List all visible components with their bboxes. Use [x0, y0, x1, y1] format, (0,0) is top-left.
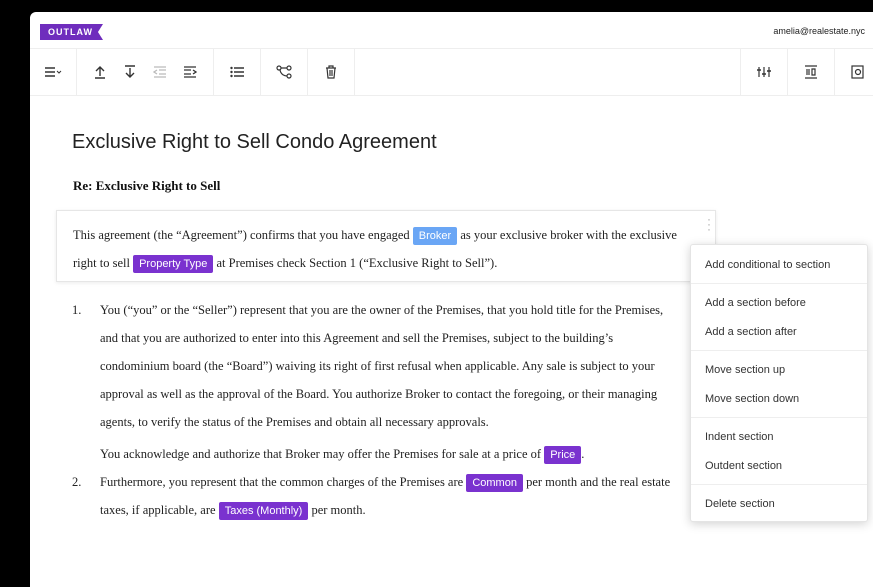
outlaw-logo[interactable]: OUTLAW	[40, 24, 103, 40]
numbering-icon[interactable]	[796, 57, 826, 87]
top-bar: OUTLAW amelia@realestate.nyc	[30, 12, 873, 49]
document-title[interactable]: Exclusive Right to Sell Condo Agreement	[72, 131, 437, 154]
menu-item-delete-section[interactable]: Delete section	[705, 498, 775, 510]
menu-item-indent-section[interactable]: Indent section	[705, 431, 774, 443]
menu-divider	[691, 484, 867, 485]
toolbar-group-move	[77, 49, 214, 95]
toolbar-group-preview	[834, 49, 873, 95]
list-item-text: Furthermore, you represent that the comm…	[100, 475, 464, 489]
common-variable-tag[interactable]: Common	[466, 474, 523, 493]
re-heading[interactable]: Re: Exclusive Right to Sell	[73, 178, 220, 194]
toolbar-group-list	[214, 49, 261, 95]
menu-divider	[691, 350, 867, 351]
toolbar-group-format	[30, 49, 77, 95]
list-item[interactable]: 2. Furthermore, you represent that the c…	[72, 468, 672, 524]
settings-sliders-icon[interactable]	[749, 57, 779, 87]
section-text[interactable]: This agreement (the “Agreement”) confirm…	[73, 221, 703, 277]
list-item-number: 2.	[72, 475, 82, 489]
move-up-icon[interactable]	[85, 57, 115, 87]
list-item-number: 1.	[72, 303, 82, 317]
indent-icon[interactable]	[175, 57, 205, 87]
section-kebab-icon[interactable]: · · ·	[707, 213, 711, 235]
branch-icon[interactable]	[269, 57, 299, 87]
list-item-text: You (“you” or the “Seller”) represent th…	[100, 303, 664, 429]
list-icon[interactable]	[222, 57, 252, 87]
toolbar-group-delete	[308, 49, 355, 95]
list-item-paragraph[interactable]: You acknowledge and authorize that Broke…	[72, 440, 672, 468]
menu-item-move-section-down[interactable]: Move section down	[705, 393, 799, 405]
menu-item-move-section-up[interactable]: Move section up	[705, 364, 785, 376]
menu-item-add-section-before[interactable]: Add a section before	[705, 297, 806, 309]
list-item-text: You acknowledge and authorize that Broke…	[100, 447, 542, 461]
toolbar-group-numbering	[787, 49, 834, 95]
clause-list: 1. You (“you” or the “Seller”) represent…	[72, 296, 672, 524]
outdent-icon[interactable]	[145, 57, 175, 87]
price-variable-tag[interactable]: Price	[544, 446, 582, 465]
selected-section[interactable]: This agreement (the “Agreement”) confirm…	[56, 210, 716, 282]
property-type-variable-tag[interactable]: Property Type	[133, 255, 214, 274]
toolbar-group-condition	[261, 49, 308, 95]
editor-toolbar	[30, 49, 873, 96]
align-menu-icon[interactable]	[38, 57, 68, 87]
preview-icon[interactable]	[843, 57, 873, 87]
menu-item-add-conditional[interactable]: Add conditional to section	[705, 259, 830, 271]
menu-divider	[691, 283, 867, 284]
app-window: OUTLAW amelia@realestate.nyc Exclusive R…	[30, 12, 873, 587]
menu-item-add-section-after[interactable]: Add a section after	[705, 326, 797, 338]
user-email[interactable]: amelia@realestate.nyc	[773, 26, 865, 36]
broker-variable-tag[interactable]: Broker	[412, 227, 458, 246]
section-text-part: This agreement (the “Agreement”) confirm…	[73, 228, 410, 242]
toolbar-group-settings	[740, 49, 787, 95]
taxes-monthly-variable-tag[interactable]: Taxes (Monthly)	[218, 502, 309, 521]
menu-divider	[691, 417, 867, 418]
delete-icon[interactable]	[316, 57, 346, 87]
section-context-menu: Add conditional to section Add a section…	[690, 244, 868, 522]
move-down-icon[interactable]	[115, 57, 145, 87]
menu-item-outdent-section[interactable]: Outdent section	[705, 460, 782, 472]
list-item-text: per month.	[311, 503, 366, 517]
list-item-text: .	[581, 447, 585, 461]
section-text-part: at Premises check Section 1 (“Exclusive …	[216, 256, 498, 270]
list-item[interactable]: 1. You (“you” or the “Seller”) represent…	[72, 296, 672, 436]
